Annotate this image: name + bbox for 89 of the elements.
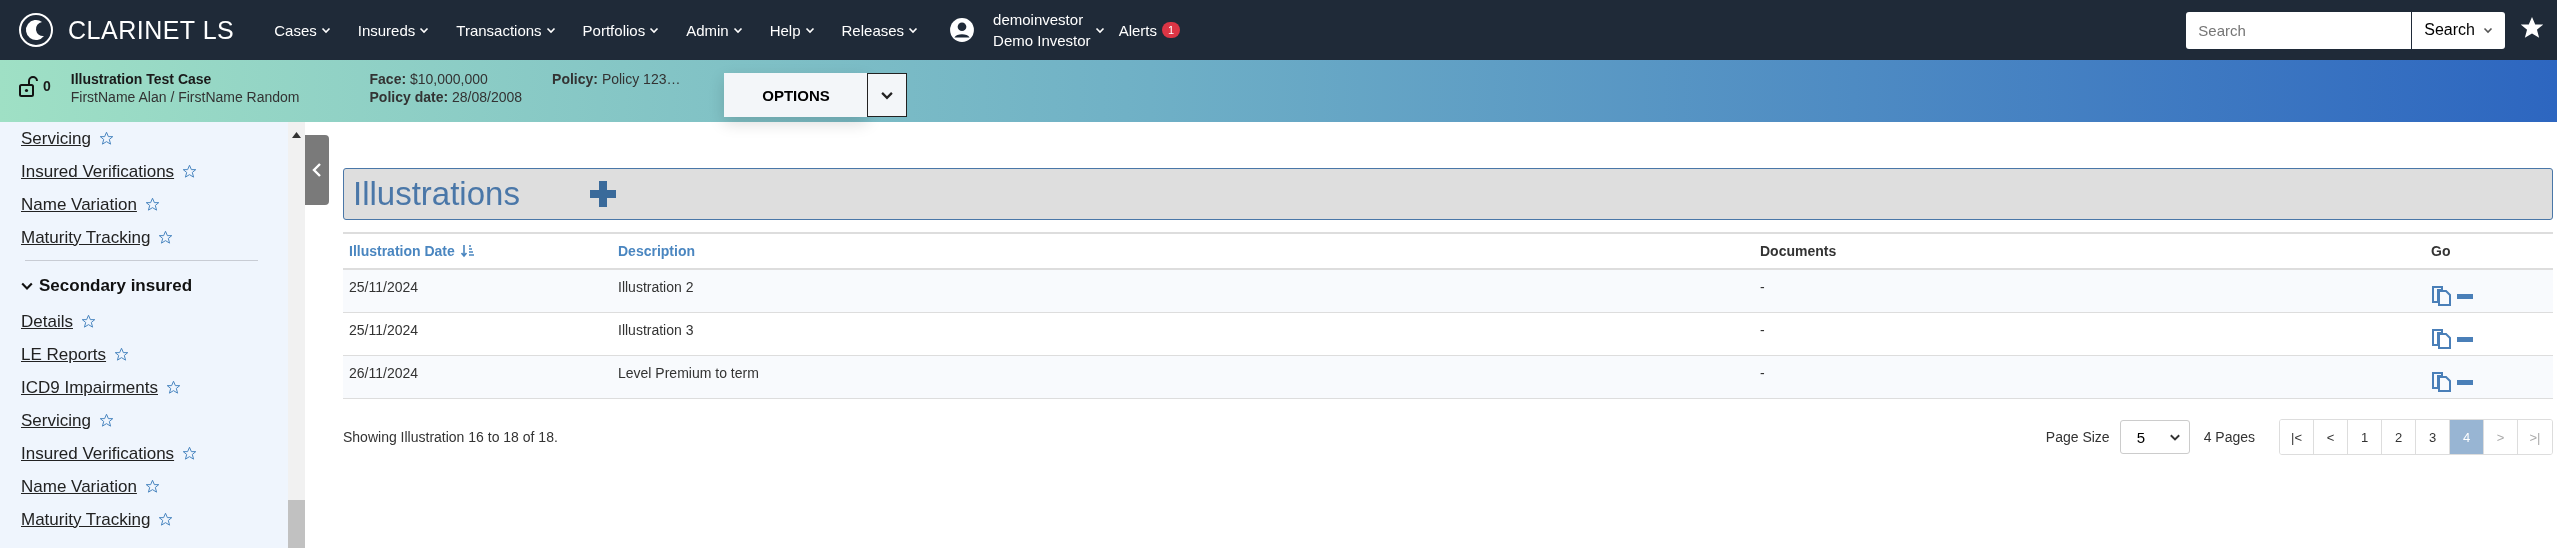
chevron-down-icon xyxy=(2483,25,2493,35)
sidebar-link[interactable]: Name Variation xyxy=(21,476,137,497)
logo-icon xyxy=(18,12,54,48)
alerts-link[interactable]: Alerts 1 xyxy=(1118,21,1181,39)
star-icon[interactable] xyxy=(158,230,174,245)
user-menu[interactable]: demoinvestor Demo Investor xyxy=(993,9,1091,51)
star-icon[interactable] xyxy=(182,446,198,461)
remove-icon[interactable] xyxy=(2457,379,2473,385)
description-cell-text: Illustration 3 xyxy=(618,322,695,338)
options-dropdown-button[interactable] xyxy=(867,73,908,117)
star-icon[interactable] xyxy=(144,197,160,212)
collapse-sidebar-button[interactable] xyxy=(305,135,329,205)
description-cell-text: Level Premium to term xyxy=(618,365,760,381)
section-title: Illustrations xyxy=(353,175,520,213)
star-icon[interactable] xyxy=(114,347,130,362)
brand-name: CLARINET LS xyxy=(68,15,235,45)
chevron-icon xyxy=(21,280,33,292)
menu-item[interactable]: Cases xyxy=(274,21,331,39)
face-amount: Face: $10,000,000 xyxy=(369,70,489,88)
menu-item[interactable]: Portfolios xyxy=(582,21,660,39)
menu-item[interactable]: Insureds xyxy=(357,21,430,39)
search-field[interactable]: Search xyxy=(2186,11,2412,49)
star-icon[interactable] xyxy=(80,314,96,329)
date-cell-text: 25/11/2024 xyxy=(349,322,420,338)
description-cell-text: Illustration 2 xyxy=(618,279,695,295)
chevron-down-icon xyxy=(320,25,331,35)
chevron-down-icon xyxy=(804,25,815,35)
star-icon[interactable] xyxy=(98,413,114,428)
copy-icon[interactable] xyxy=(2431,285,2453,307)
menu-item[interactable]: Transactions xyxy=(456,21,556,39)
sidebar-link[interactable]: Insured Verifications xyxy=(21,161,175,182)
sidebar-link[interactable]: ICD9 Impairments xyxy=(21,377,158,398)
sidebar-link[interactable]: LE Reports xyxy=(21,344,107,365)
chevron-down-icon xyxy=(649,25,660,35)
star-icon[interactable] xyxy=(144,479,160,494)
sidebar-link[interactable]: Name Variation xyxy=(21,194,137,215)
star-icon[interactable] xyxy=(98,131,114,146)
sidebar-link[interactable]: Servicing xyxy=(21,410,91,431)
sidebar-link[interactable]: Maturity Tracking xyxy=(21,509,151,530)
sidebar-link[interactable]: Details xyxy=(21,311,73,332)
sidebar-link[interactable]: Insured Verifications xyxy=(21,443,175,464)
case-title: Illustration Test Case xyxy=(70,70,213,88)
date-cell-text: 25/11/2024 xyxy=(349,279,420,295)
favorite-star-icon[interactable] xyxy=(2521,17,2543,39)
menu-item[interactable]: Releases xyxy=(841,21,919,39)
documents-cell-text: - xyxy=(1760,279,1766,295)
column-header[interactable]: Illustration Date xyxy=(349,243,618,259)
page-size-label: Page Size xyxy=(2045,429,2110,445)
section-header[interactable]: Secondary insured xyxy=(21,267,288,305)
page-button[interactable]: |< xyxy=(2280,420,2314,454)
documents-cell-text: - xyxy=(1760,322,1766,338)
menu-item[interactable]: Help xyxy=(769,21,815,39)
documents-cell-text: - xyxy=(1760,365,1766,381)
column-header: Go xyxy=(2431,243,2452,259)
options-button[interactable]: OPTIONS xyxy=(724,73,868,117)
remove-icon[interactable] xyxy=(2457,336,2473,342)
sidebar-link[interactable]: Servicing xyxy=(21,128,91,149)
star-icon[interactable] xyxy=(158,512,174,527)
alert-count-badge: 1 xyxy=(1161,22,1181,38)
user-icon xyxy=(949,17,976,43)
search-button[interactable]: Search xyxy=(2411,11,2505,49)
case-insureds: FirstName Alan / FirstName Random xyxy=(70,88,300,106)
unlocked-lock-icon xyxy=(18,76,38,98)
policy-number: Policy: Policy 123… xyxy=(552,70,681,88)
copy-icon[interactable] xyxy=(2431,371,2453,393)
star-icon[interactable] xyxy=(182,164,198,179)
chevron-down-icon xyxy=(732,25,743,35)
scroll-up-icon[interactable] xyxy=(292,132,301,138)
column-header[interactable]: Description xyxy=(618,243,1760,259)
date-cell-text: 26/11/2024 xyxy=(349,365,420,381)
chevron-left-icon xyxy=(311,163,323,177)
policy-date: Policy date: 28/08/2008 xyxy=(369,88,523,106)
sidebar-link[interactable]: Maturity Tracking xyxy=(21,227,151,248)
column-header: Documents xyxy=(1760,243,1838,259)
chevron-down-icon xyxy=(908,25,919,35)
menu-item[interactable]: Admin xyxy=(686,21,743,39)
chevron-down-icon xyxy=(1094,25,1105,35)
remove-icon[interactable] xyxy=(2457,293,2473,299)
chevron-down-icon xyxy=(545,25,556,35)
page-count: 4 Pages xyxy=(2203,429,2255,445)
lock-count: 0 xyxy=(43,78,51,94)
sort-icon xyxy=(460,244,475,258)
add-icon[interactable] xyxy=(587,179,618,209)
scrollbar-thumb[interactable] xyxy=(288,500,305,548)
star-icon[interactable] xyxy=(166,380,181,395)
page-size-select[interactable]: 5 xyxy=(2119,420,2190,454)
copy-icon[interactable] xyxy=(2431,328,2453,350)
results-summary: Showing Illustration 16 to 18 of 18. xyxy=(343,429,558,445)
chevron-down-icon xyxy=(419,25,430,35)
